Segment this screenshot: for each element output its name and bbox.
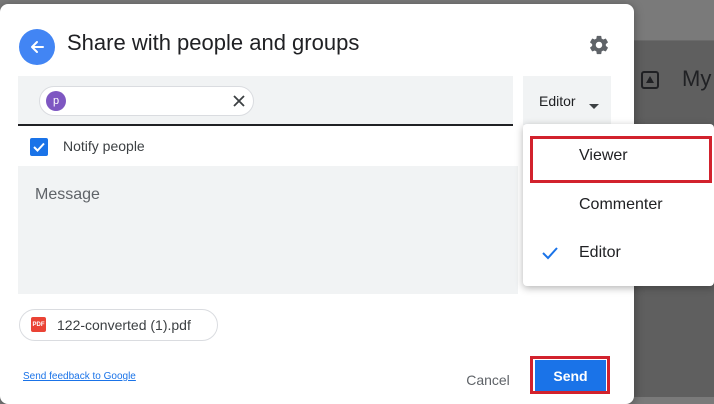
- attachment-file-name: 122-converted (1).pdf: [57, 317, 191, 333]
- role-menu: Viewer Commenter Editor: [523, 124, 714, 286]
- pdf-icon: PDF: [31, 317, 46, 332]
- notify-checkbox[interactable]: [30, 138, 48, 156]
- role-menu-item-commenter[interactable]: Commenter: [523, 183, 714, 227]
- role-menu-item-editor[interactable]: Editor: [523, 231, 714, 275]
- checkmark-icon: [33, 142, 45, 152]
- remove-recipient-button[interactable]: [230, 92, 248, 110]
- gear-icon: [590, 35, 608, 55]
- role-menu-item-viewer[interactable]: Viewer: [523, 134, 714, 178]
- notify-people-label: Notify people: [63, 138, 145, 154]
- close-icon: [233, 95, 245, 107]
- send-button[interactable]: Send: [535, 360, 606, 391]
- settings-button[interactable]: [586, 32, 612, 58]
- role-menu-item-label: Editor: [579, 244, 621, 261]
- role-menu-item-label: Commenter: [579, 196, 663, 213]
- background-my-drive-text: My: [682, 66, 712, 91]
- role-dropdown-label: Editor: [539, 93, 576, 109]
- message-field[interactable]: Message: [18, 166, 518, 294]
- arrow-left-icon: [31, 41, 44, 53]
- shared-drive-icon: [640, 70, 660, 90]
- background-header: [634, 0, 714, 41]
- caret-down-icon: [589, 97, 599, 115]
- message-placeholder: Message: [35, 186, 100, 203]
- back-button[interactable]: [19, 29, 55, 65]
- check-icon: [540, 243, 560, 268]
- role-dropdown[interactable]: Editor: [523, 76, 611, 125]
- recipient-chip[interactable]: p: [39, 86, 254, 116]
- dialog-title: Share with people and groups: [67, 30, 360, 55]
- send-feedback-link[interactable]: Send feedback to Google: [23, 371, 136, 382]
- cancel-button[interactable]: Cancel: [452, 363, 524, 397]
- attachment-chip[interactable]: PDF 122-converted (1).pdf: [19, 309, 218, 341]
- recipient-input[interactable]: p: [18, 76, 513, 126]
- avatar: p: [46, 91, 66, 111]
- role-menu-item-label: Viewer: [579, 147, 628, 164]
